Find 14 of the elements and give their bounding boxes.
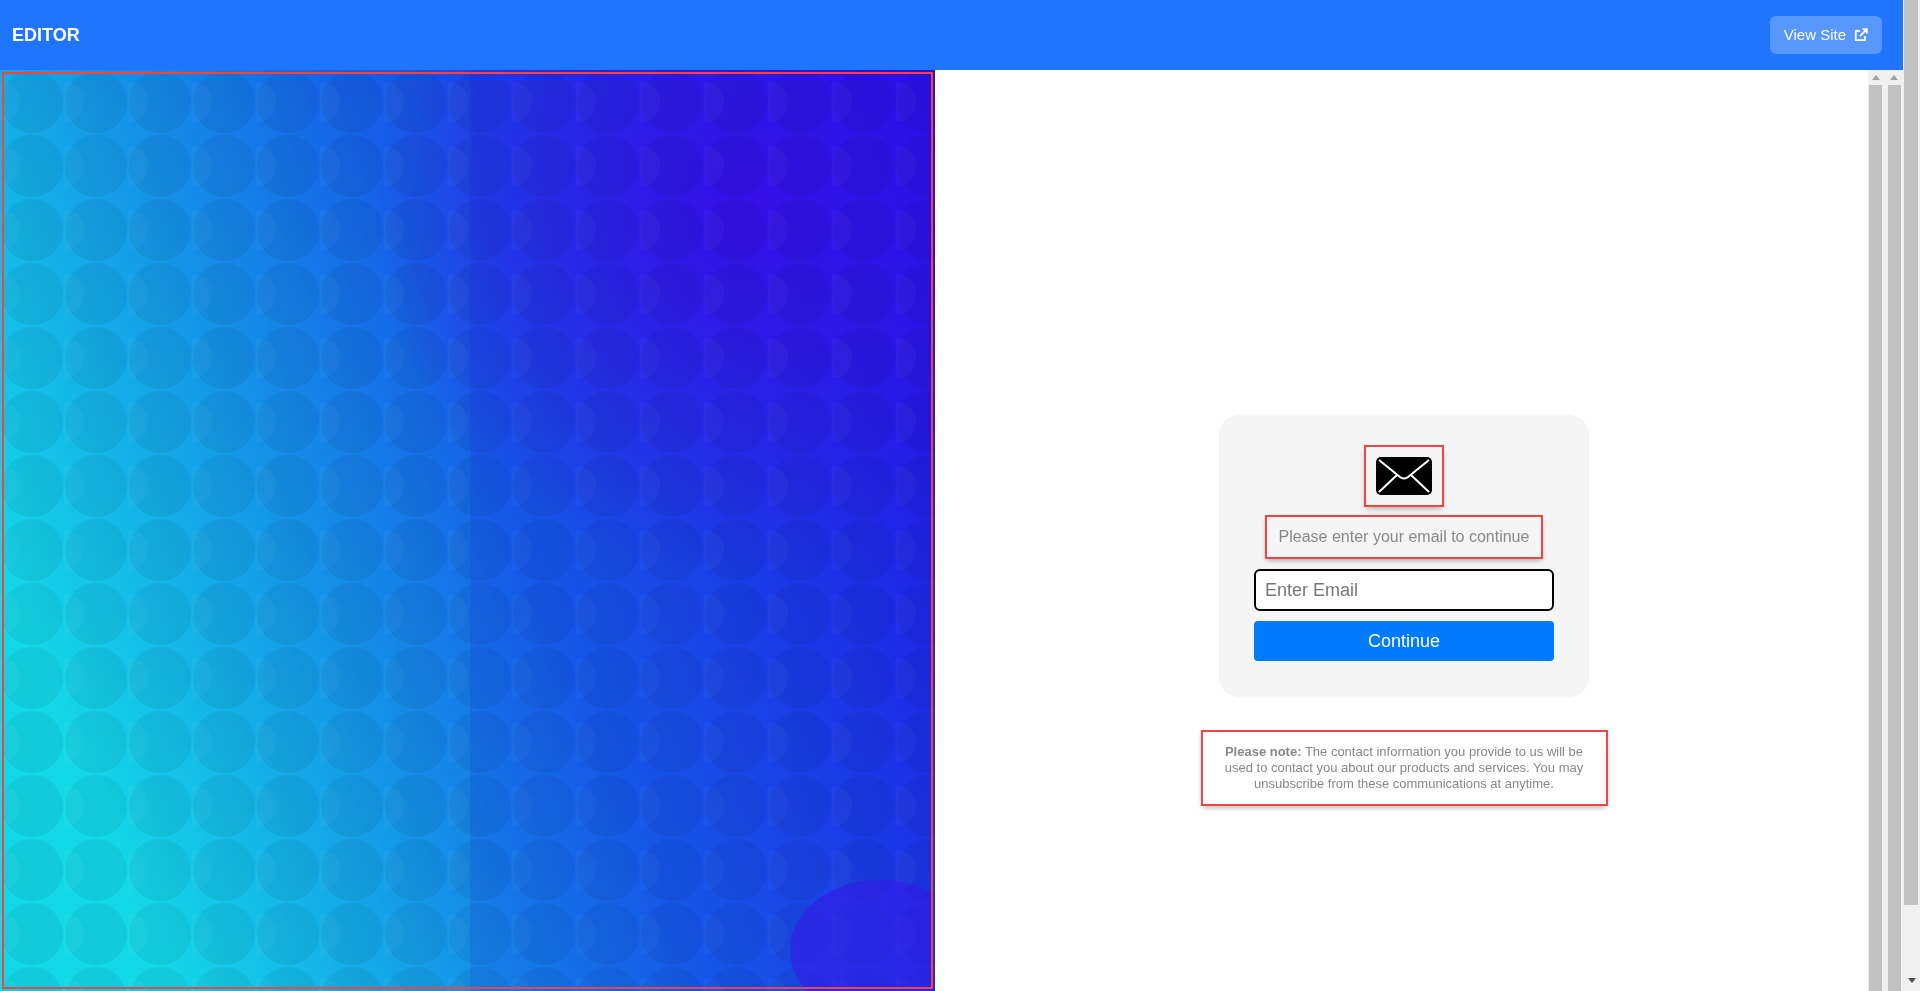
external-link-icon — [1854, 28, 1868, 42]
email-field[interactable]: Enter Email — [1254, 569, 1554, 611]
arrow-up-icon[interactable] — [1890, 75, 1898, 80]
app-title: EDITOR — [12, 23, 80, 47]
note-text: Please note: The contact information you provide to us will be used to contact you about our products and services. You may unsubscribe from these communications at anytime. — [1202, 732, 1606, 804]
arrow-up-icon[interactable] — [1871, 75, 1880, 80]
prompt-text: Please enter your email to continue — [1266, 517, 1542, 557]
scrollbar-thumb[interactable] — [1887, 85, 1901, 991]
scrollbar-thumb[interactable] — [1904, 0, 1918, 905]
view-site-button[interactable]: View Site — [1769, 16, 1882, 54]
continue-button[interactable]: Continue — [1254, 621, 1554, 661]
scrollbar-thumb[interactable] — [1869, 85, 1882, 991]
arrow-down-icon[interactable] — [1907, 978, 1916, 983]
envelope-icon — [1376, 457, 1432, 495]
